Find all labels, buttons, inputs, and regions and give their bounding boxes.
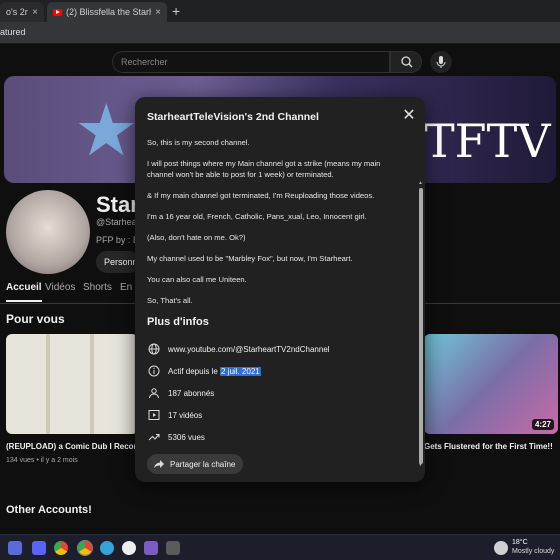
trending-icon	[147, 430, 161, 444]
scroll-up-arrow[interactable]: ▲	[418, 180, 423, 186]
video-thumbnail[interactable]	[6, 334, 138, 434]
more-info-title: Plus d'infos	[147, 316, 209, 328]
browser-tab-2[interactable]: (2) Blissfella the Starheart - You ×	[47, 2, 167, 22]
info-icon	[147, 364, 161, 378]
tab-label: o's 2nd Ch	[6, 7, 29, 17]
video-icon	[147, 408, 161, 422]
channel-url-row: www.youtube.com/@StarheartTV2ndChannel	[147, 338, 407, 360]
about-channel-dialog: StarheartTeleVision's 2nd Channel ✕ So, …	[135, 97, 425, 482]
edge-icon[interactable]	[100, 541, 114, 555]
discord-icon[interactable]	[32, 541, 46, 555]
new-tab-button[interactable]: +	[172, 3, 180, 19]
microphone-button[interactable]	[430, 51, 452, 73]
weather-description: Mostly cloudy	[512, 548, 555, 555]
subscribers-icon	[147, 386, 161, 400]
tab-accueil[interactable]: Accueil	[6, 282, 42, 302]
description-line: You can also call me Uniteen.	[147, 275, 247, 284]
weather-icon[interactable]	[494, 541, 508, 555]
chrome-icon[interactable]	[54, 541, 68, 555]
close-icon[interactable]: ✕	[401, 108, 417, 124]
joined-date: 2 juil. 2021	[220, 366, 261, 376]
video-meta: 134 vues • il y a 2 mois	[6, 457, 78, 464]
app-icon[interactable]	[144, 541, 158, 555]
views-row: 5306 vues	[147, 426, 407, 448]
bookmark-item[interactable]: atured	[0, 27, 26, 37]
media-player-icon[interactable]	[122, 541, 136, 555]
browser-tab-1[interactable]: o's 2nd Ch ×	[0, 2, 44, 22]
description-line: I will post things where my Main channel…	[147, 159, 381, 179]
scroll-down-arrow[interactable]: ▼	[418, 462, 423, 468]
channel-description: So, this is my second channel. I will po…	[147, 137, 407, 306]
app-icon[interactable]	[8, 541, 22, 555]
browser-tab-strip: o's 2nd Ch × (2) Blissfella the Starhear…	[0, 0, 560, 22]
chrome-icon[interactable]	[77, 540, 93, 556]
section-title: Pour vous	[6, 312, 65, 326]
star-icon: ★	[74, 91, 139, 171]
video-duration: 4:27	[531, 419, 554, 430]
videos-row: 17 vidéos	[147, 404, 407, 426]
share-button-label: Partager la chaîne	[170, 459, 236, 469]
section-title: Other Accounts!	[6, 504, 92, 516]
search-button[interactable]	[390, 51, 422, 73]
joined-row: Actif depuis le 2 juil. 2021	[147, 360, 407, 382]
close-icon[interactable]: ×	[155, 7, 161, 18]
dialog-title: StarheartTeleVision's 2nd Channel	[147, 111, 319, 123]
share-icon	[153, 458, 165, 470]
globe-icon	[147, 342, 161, 356]
description-line: (Also, don't hate on me. Ok?)	[147, 233, 246, 242]
search-input[interactable]: Rechercher	[112, 51, 390, 73]
tab-shorts[interactable]: Shorts	[83, 282, 112, 293]
search-icon	[401, 56, 413, 68]
share-channel-button[interactable]: Partager la chaîne	[147, 454, 244, 474]
dialog-scrollbar[interactable]	[419, 188, 423, 464]
dialog-body: So, this is my second channel. I will po…	[147, 137, 407, 474]
joined-prefix: Actif depuis le	[168, 366, 221, 376]
video-title[interactable]: Gets Flustered for the First Time!!	[424, 442, 560, 451]
description-line: So, this is my second channel.	[147, 138, 250, 147]
description-line: & If my main channel got terminated, I'm…	[147, 191, 375, 200]
close-icon[interactable]: ×	[32, 7, 38, 18]
app-icon[interactable]	[166, 541, 180, 555]
description-line: I'm a 16 year old, French, Catholic, Pan…	[147, 212, 367, 221]
microphone-icon	[436, 56, 446, 68]
video-count: 17 vidéos	[168, 410, 203, 420]
view-count: 5306 vues	[168, 432, 205, 442]
windows-taskbar: 18°C Mostly cloudy	[0, 534, 560, 560]
avatar[interactable]	[6, 190, 90, 274]
customize-channel-button[interactable]: Personna	[96, 251, 140, 273]
video-thumbnail[interactable]: 4:27	[424, 334, 558, 434]
description-line: So, That's all.	[147, 296, 193, 305]
video-title[interactable]: (REUPLOAD) a Comic Dub I Recorded I W	[6, 442, 136, 451]
banner-text: TFTV	[424, 114, 551, 168]
bookmarks-bar: atured	[0, 22, 560, 44]
weather-temperature: 18°C	[512, 539, 528, 546]
description-line: My channel used to be "Marbley Fox", but…	[147, 254, 353, 263]
tab-label: (2) Blissfella the Starheart - You	[66, 7, 151, 17]
subscriber-count: 187 abonnés	[168, 388, 215, 398]
subscribers-row: 187 abonnés	[147, 382, 407, 404]
youtube-icon	[53, 8, 62, 16]
channel-url-link[interactable]: www.youtube.com/@StarheartTV2ndChannel	[168, 345, 330, 354]
tab-videos[interactable]: Vidéos	[45, 282, 75, 293]
